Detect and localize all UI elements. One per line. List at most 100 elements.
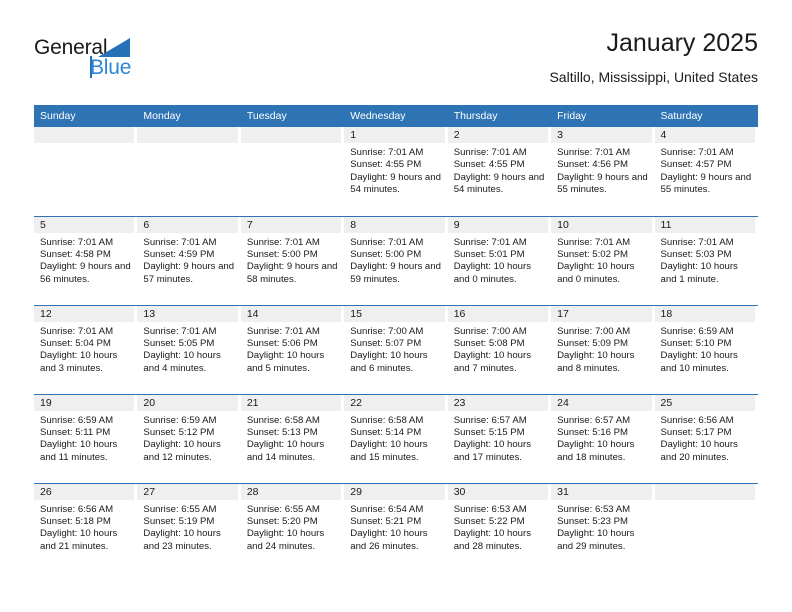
day-cell-inner: 13 Sunrise: 7:01 AM Sunset: 5:05 PM Dayligh… bbox=[137, 305, 240, 394]
calendar-day-cell[interactable]: 28 Sunrise: 6:55 AM Sunset: 5:20 PM Dayligh… bbox=[240, 482, 345, 573]
daylight-text: Daylight: 10 hours and 26 minutes. bbox=[350, 528, 428, 552]
calendar-day-cell[interactable]: 18 Sunrise: 6:59 AM Sunset: 5:10 PM Dayligh… bbox=[654, 304, 758, 394]
calendar-day-cell[interactable]: 1 Sunrise: 7:01 AM Sunset: 4:55 PM Daylight… bbox=[344, 127, 448, 216]
sunset-text: Sunset: 5:15 PM bbox=[453, 426, 525, 438]
calendar-day-cell[interactable]: 16 Sunrise: 7:00 AM Sunset: 5:08 PM Dayligh… bbox=[447, 304, 552, 394]
calendar-day-cell-empty bbox=[34, 127, 138, 216]
calendar-day-cell[interactable]: 26 Sunrise: 6:56 AM Sunset: 5:18 PM Dayligh… bbox=[34, 482, 138, 572]
sunrise-text: Sunrise: 6:59 AM bbox=[143, 414, 217, 426]
day-details: Sunrise: 7:01 AM Sunset: 4:55 PM Daylight:… bbox=[448, 143, 551, 197]
sunrise-text: Sunrise: 6:53 AM bbox=[557, 503, 631, 515]
day-number: 1 bbox=[344, 127, 445, 143]
daylight-text: Daylight: 10 hours and 20 minutes. bbox=[660, 439, 738, 463]
daylight-text: Daylight: 10 hours and 12 minutes. bbox=[143, 439, 221, 463]
daylight-text: Daylight: 9 hours and 55 minutes. bbox=[660, 171, 752, 196]
brand-logo[interactable]: General Blue bbox=[34, 36, 244, 92]
day-number: 18 bbox=[654, 305, 755, 322]
calendar-day-cell[interactable]: 10 Sunrise: 7:01 AM Sunset: 5:02 PM Dayligh… bbox=[551, 215, 655, 305]
sunset-text: Sunset: 5:10 PM bbox=[660, 337, 732, 349]
day-details: Sunrise: 6:53 AM Sunset: 5:23 PM Daylight:… bbox=[551, 500, 654, 554]
weekday-header-sunday: Sunday bbox=[34, 105, 138, 127]
day-number: 2 bbox=[447, 127, 549, 143]
sunset-text: Sunset: 5:04 PM bbox=[40, 337, 111, 349]
calendar-day-cell[interactable]: 12 Sunrise: 7:01 AM Sunset: 5:04 PM Dayligh… bbox=[34, 304, 138, 394]
day-number: 7 bbox=[240, 216, 342, 233]
calendar-day-cell[interactable]: 3 Sunrise: 7:01 AM Sunset: 4:56 PM Daylight… bbox=[551, 127, 655, 216]
day-cell-inner: 28 Sunrise: 6:55 AM Sunset: 5:20 PM Dayligh… bbox=[240, 483, 344, 573]
day-details: Sunrise: 6:56 AM Sunset: 5:17 PM Daylight:… bbox=[655, 411, 758, 465]
day-cell-inner: 27 Sunrise: 6:55 AM Sunset: 5:19 PM Dayligh… bbox=[137, 483, 240, 573]
calendar-table: Sunday Monday Tuesday Wednesday Thursday… bbox=[34, 105, 758, 572]
daylight-text: Daylight: 10 hours and 23 minutes. bbox=[143, 528, 221, 552]
day-number bbox=[240, 127, 342, 143]
sunrise-text: Sunrise: 7:01 AM bbox=[557, 147, 631, 158]
day-cell-inner: 2 Sunrise: 7:01 AM Sunset: 4:55 PM Daylight… bbox=[447, 127, 551, 216]
weekday-header-monday: Monday bbox=[137, 105, 241, 127]
calendar-day-cell[interactable]: 31 Sunrise: 6:53 AM Sunset: 5:23 PM Dayligh… bbox=[551, 482, 655, 572]
calendar-day-cell-empty bbox=[137, 127, 241, 216]
day-cell-inner bbox=[34, 127, 137, 216]
day-number: 9 bbox=[447, 216, 549, 233]
day-number bbox=[654, 483, 755, 500]
calendar-day-cell[interactable]: 5 Sunrise: 7:01 AM Sunset: 4:58 PM Daylight… bbox=[34, 215, 138, 305]
day-number: 4 bbox=[654, 127, 755, 143]
daylight-text: Daylight: 10 hours and 10 minutes. bbox=[660, 350, 738, 374]
sunrise-text: Sunrise: 7:01 AM bbox=[660, 236, 734, 248]
sunrise-text: Sunrise: 7:01 AM bbox=[350, 236, 424, 248]
sunrise-text: Sunrise: 6:56 AM bbox=[660, 414, 734, 426]
calendar-day-cell[interactable]: 6 Sunrise: 7:01 AM Sunset: 4:59 PM Daylight… bbox=[137, 215, 241, 305]
day-cell-inner: 12 Sunrise: 7:01 AM Sunset: 5:04 PM Dayligh… bbox=[34, 305, 137, 394]
calendar-day-cell[interactable]: 11 Sunrise: 7:01 AM Sunset: 5:03 PM Dayligh… bbox=[654, 215, 758, 305]
calendar-day-cell[interactable]: 15 Sunrise: 7:00 AM Sunset: 5:07 PM Dayligh… bbox=[344, 304, 448, 394]
day-cell-inner: 7 Sunrise: 7:01 AM Sunset: 5:00 PM Daylight… bbox=[240, 216, 344, 305]
calendar-week-row: 19 Sunrise: 6:59 AM Sunset: 5:11 PM Dayligh… bbox=[34, 393, 758, 483]
day-cell-inner: 6 Sunrise: 7:01 AM Sunset: 4:59 PM Daylight… bbox=[137, 216, 240, 305]
calendar-day-cell[interactable]: 25 Sunrise: 6:56 AM Sunset: 5:17 PM Dayligh… bbox=[654, 393, 758, 483]
day-cell-inner: 8 Sunrise: 7:01 AM Sunset: 5:00 PM Daylight… bbox=[344, 216, 447, 305]
day-number: 26 bbox=[34, 483, 135, 500]
sunrise-text: Sunrise: 6:59 AM bbox=[660, 325, 734, 337]
day-details: Sunrise: 7:01 AM Sunset: 4:57 PM Daylight:… bbox=[655, 143, 758, 197]
daylight-text: Daylight: 10 hours and 17 minutes. bbox=[453, 439, 532, 463]
title-block: January 2025 Saltillo, Mississippi, Unit… bbox=[549, 28, 758, 87]
calendar-day-cell[interactable]: 2 Sunrise: 7:01 AM Sunset: 4:55 PM Daylight… bbox=[447, 127, 552, 216]
calendar-day-cell[interactable]: 23 Sunrise: 6:57 AM Sunset: 5:15 PM Dayligh… bbox=[447, 393, 552, 483]
day-details: Sunrise: 6:59 AM Sunset: 5:11 PM Daylight:… bbox=[34, 411, 137, 465]
calendar-day-cell[interactable]: 8 Sunrise: 7:01 AM Sunset: 5:00 PM Daylight… bbox=[344, 215, 448, 305]
sunset-text: Sunset: 5:05 PM bbox=[143, 337, 215, 349]
day-cell-inner: 24 Sunrise: 6:57 AM Sunset: 5:16 PM Dayligh… bbox=[551, 394, 654, 483]
calendar-day-cell[interactable]: 20 Sunrise: 6:59 AM Sunset: 5:12 PM Dayligh… bbox=[137, 393, 241, 483]
calendar-day-cell[interactable]: 13 Sunrise: 7:01 AM Sunset: 5:05 PM Dayligh… bbox=[137, 304, 241, 394]
calendar-body: 1 Sunrise: 7:01 AM Sunset: 4:55 PM Daylight… bbox=[34, 127, 758, 572]
calendar-day-cell[interactable]: 29 Sunrise: 6:54 AM Sunset: 5:21 PM Dayligh… bbox=[344, 482, 448, 572]
day-number bbox=[137, 127, 238, 143]
sunset-text: Sunset: 5:01 PM bbox=[453, 248, 525, 260]
calendar-day-cell[interactable]: 14 Sunrise: 7:01 AM Sunset: 5:06 PM Dayligh… bbox=[240, 304, 345, 394]
calendar-week-row: 26 Sunrise: 6:56 AM Sunset: 5:18 PM Dayligh… bbox=[34, 482, 758, 573]
calendar-day-cell[interactable]: 4 Sunrise: 7:01 AM Sunset: 4:57 PM Daylight… bbox=[654, 127, 758, 216]
day-details: Sunrise: 6:59 AM Sunset: 5:10 PM Daylight:… bbox=[655, 322, 758, 376]
calendar-day-cell[interactable]: 24 Sunrise: 6:57 AM Sunset: 5:16 PM Dayligh… bbox=[551, 393, 655, 483]
calendar-day-cell[interactable]: 9 Sunrise: 7:01 AM Sunset: 5:01 PM Daylight… bbox=[447, 215, 552, 305]
sunrise-text: Sunrise: 7:01 AM bbox=[40, 236, 114, 248]
calendar-day-cell[interactable]: 30 Sunrise: 6:53 AM Sunset: 5:22 PM Dayligh… bbox=[447, 482, 552, 572]
day-number: 15 bbox=[344, 305, 445, 322]
daylight-text: Daylight: 10 hours and 4 minutes. bbox=[143, 350, 221, 374]
calendar-day-cell[interactable]: 22 Sunrise: 6:58 AM Sunset: 5:14 PM Dayligh… bbox=[344, 393, 448, 483]
sunset-text: Sunset: 5:06 PM bbox=[246, 337, 318, 349]
day-cell-inner: 18 Sunrise: 6:59 AM Sunset: 5:10 PM Dayligh… bbox=[654, 305, 758, 394]
day-cell-inner bbox=[240, 127, 344, 216]
daylight-text: Daylight: 9 hours and 54 minutes. bbox=[350, 171, 441, 196]
day-details: Sunrise: 6:57 AM Sunset: 5:16 PM Daylight:… bbox=[551, 411, 654, 465]
sunrise-text: Sunrise: 6:58 AM bbox=[350, 414, 424, 426]
daylight-text: Daylight: 10 hours and 8 minutes. bbox=[557, 350, 635, 374]
calendar-day-cell[interactable]: 17 Sunrise: 7:00 AM Sunset: 5:09 PM Dayligh… bbox=[551, 304, 655, 394]
sunset-text: Sunset: 5:00 PM bbox=[350, 248, 422, 260]
day-cell-inner: 23 Sunrise: 6:57 AM Sunset: 5:15 PM Dayligh… bbox=[447, 394, 551, 483]
weekday-header-saturday: Saturday bbox=[654, 105, 758, 127]
day-number: 23 bbox=[447, 394, 549, 411]
calendar-day-cell[interactable]: 21 Sunrise: 6:58 AM Sunset: 5:13 PM Dayligh… bbox=[240, 393, 345, 483]
calendar-day-cell[interactable]: 27 Sunrise: 6:55 AM Sunset: 5:19 PM Dayligh… bbox=[137, 482, 241, 573]
calendar-day-cell[interactable]: 7 Sunrise: 7:01 AM Sunset: 5:00 PM Daylight… bbox=[240, 215, 345, 305]
calendar-day-cell[interactable]: 19 Sunrise: 6:59 AM Sunset: 5:11 PM Dayligh… bbox=[34, 393, 138, 483]
